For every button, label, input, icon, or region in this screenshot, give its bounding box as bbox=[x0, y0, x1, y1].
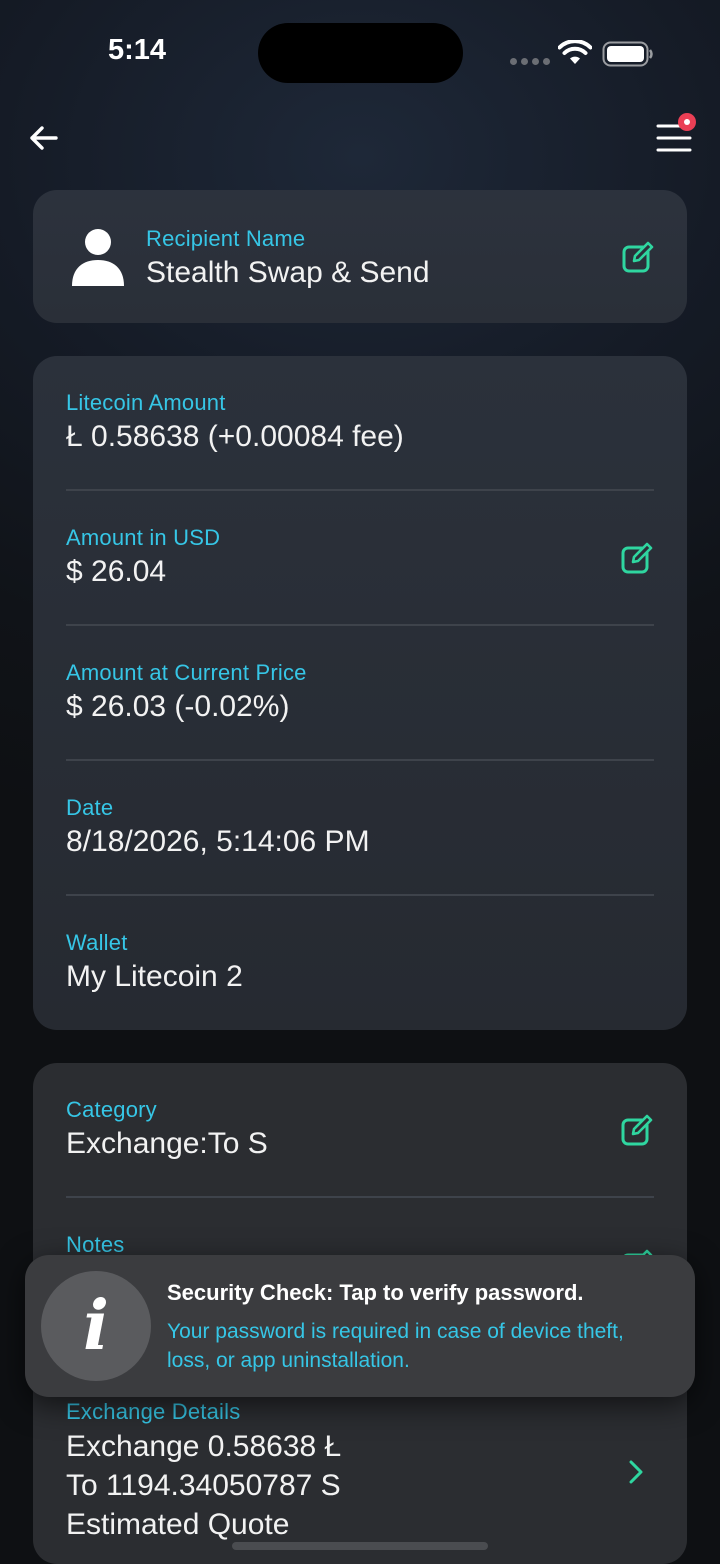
current-price-row: Amount at Current Price $ 26.03 (-0.02%) bbox=[66, 626, 654, 761]
category-row[interactable]: Category Exchange:To S bbox=[66, 1063, 654, 1198]
category-label: Category bbox=[66, 1097, 157, 1122]
exchange-details-label: Exchange Details bbox=[66, 1399, 241, 1424]
litecoin-amount-value: Ł 0.58638 (+0.00084 fee) bbox=[66, 420, 404, 453]
chevron-right-icon[interactable] bbox=[628, 1459, 644, 1485]
litecoin-amount-label: Litecoin Amount bbox=[66, 390, 226, 415]
date-label: Date bbox=[66, 795, 114, 820]
notification-badge bbox=[678, 113, 696, 131]
transaction-details-card: Litecoin Amount Ł 0.58638 (+0.00084 fee)… bbox=[33, 356, 687, 1030]
date-value: 8/18/2026, 5:14:06 PM bbox=[66, 825, 370, 858]
battery-icon bbox=[602, 41, 653, 67]
amount-usd-label: Amount in USD bbox=[66, 525, 221, 550]
recipient-card: Recipient Name Stealth Swap & Send bbox=[33, 190, 687, 323]
status-time: 5:14 bbox=[108, 34, 167, 66]
back-arrow-icon[interactable] bbox=[26, 120, 62, 156]
recipient-name-label: Recipient Name bbox=[146, 226, 306, 251]
exchange-details-value: Exchange 0.58638 Ł To 1194.34050787 S Es… bbox=[66, 1427, 654, 1544]
date-row: Date 8/18/2026, 5:14:06 PM bbox=[66, 761, 654, 896]
dynamic-island bbox=[258, 23, 463, 83]
current-price-label: Amount at Current Price bbox=[66, 660, 307, 685]
toast-title: Security Check: Tap to verify password. bbox=[167, 1280, 584, 1305]
wifi-icon bbox=[558, 40, 592, 64]
amount-usd-value: $ 26.04 bbox=[66, 555, 167, 588]
current-price-value: $ 26.03 (-0.02%) bbox=[66, 690, 290, 723]
recipient-name-value: Stealth Swap & Send bbox=[146, 256, 430, 289]
amount-usd-row[interactable]: Amount in USD $ 26.04 bbox=[66, 491, 654, 626]
home-indicator[interactable] bbox=[232, 1542, 488, 1550]
category-value: Exchange:To S bbox=[66, 1127, 268, 1160]
security-check-toast[interactable]: i Security Check: Tap to verify password… bbox=[25, 1255, 695, 1397]
person-icon bbox=[72, 229, 124, 286]
exchange-details-row[interactable]: Exchange Details Exchange 0.58638 Ł To 1… bbox=[66, 1399, 654, 1544]
status-bar: 5:14 bbox=[0, 0, 720, 100]
info-glyph: i bbox=[83, 1286, 109, 1366]
exchange-line: Estimated Quote bbox=[66, 1508, 290, 1541]
menu-button[interactable] bbox=[652, 113, 696, 158]
edit-amount-icon[interactable] bbox=[620, 541, 654, 575]
wallet-value: My Litecoin 2 bbox=[66, 960, 243, 993]
cellular-signal-icon bbox=[510, 58, 550, 65]
wallet-label: Wallet bbox=[66, 930, 128, 955]
edit-recipient-icon[interactable] bbox=[621, 240, 655, 274]
wallet-row: Wallet My Litecoin 2 bbox=[66, 896, 654, 1031]
toast-body: Your password is required in case of dev… bbox=[167, 1320, 624, 1372]
exchange-line: Exchange 0.58638 Ł bbox=[66, 1430, 342, 1463]
info-icon: i bbox=[41, 1271, 151, 1381]
exchange-line: To 1194.34050787 S bbox=[66, 1469, 341, 1502]
litecoin-amount-row: Litecoin Amount Ł 0.58638 (+0.00084 fee) bbox=[66, 356, 654, 491]
edit-category-icon[interactable] bbox=[620, 1113, 654, 1147]
